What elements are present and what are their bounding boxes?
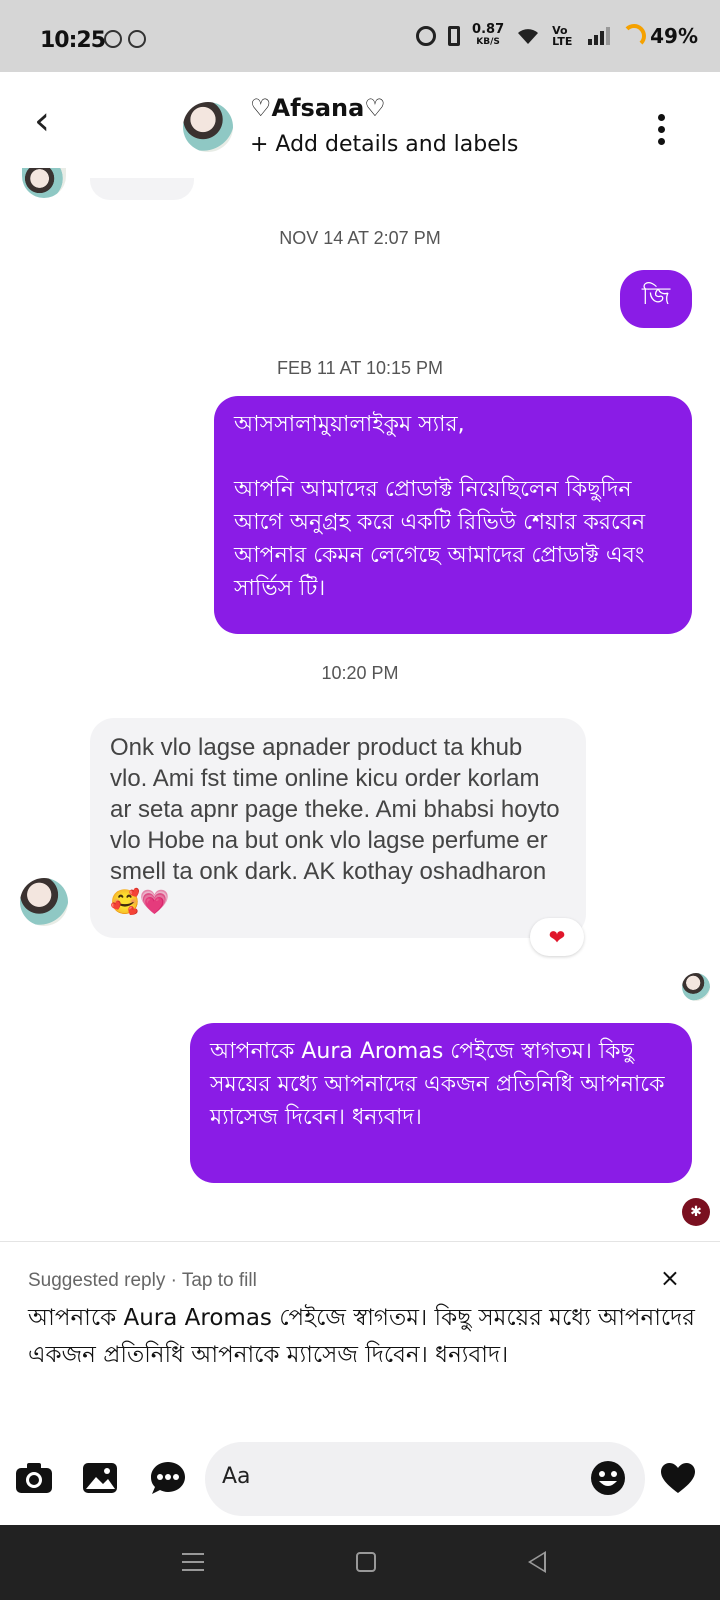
home-icon[interactable] <box>356 1552 376 1572</box>
close-icon[interactable]: × <box>660 1264 680 1292</box>
status-bar: 10:25 0.87 KB/S Vo LTE 49% <box>0 0 720 72</box>
battery-percent: 49% <box>650 24 698 48</box>
timestamp: FEB 11 AT 10:15 PM <box>276 358 444 378</box>
back-icon[interactable]: ‹ <box>34 101 62 142</box>
suggested-reply-text[interactable]: আপনাকে Aura Aromas পেইজে স্বাগতম। কিছু স… <box>28 1300 698 1374</box>
page-avatar-icon: ✱ <box>682 1198 710 1226</box>
message-line: আপনি আমাদের প্রোডাক্ট নিয়েছিলেন কিছুদিন… <box>234 477 646 601</box>
wifi-icon <box>518 29 539 44</box>
reaction-heart-icon[interactable]: ❤ <box>530 918 584 956</box>
contact-mini-avatar[interactable] <box>20 878 68 926</box>
timestamp: 10:20 PM <box>321 663 399 683</box>
contact-name[interactable]: ♡Afsana♡ <box>250 94 386 122</box>
message-line: আসসালামুয়ালাইকুম স্যার, <box>234 412 465 437</box>
divider <box>0 1241 720 1242</box>
seen-avatar <box>682 973 710 1001</box>
whatsapp-icon <box>104 30 122 48</box>
add-details-link[interactable]: + Add details and labels <box>250 132 518 157</box>
like-heart-icon[interactable] <box>658 1458 698 1498</box>
network-speed: 0.87 KB/S <box>472 22 505 48</box>
camera-icon[interactable] <box>14 1458 54 1498</box>
vibrate-icon <box>448 26 461 46</box>
outgoing-message[interactable]: আসসালামুয়ালাইকুম স্যার, আপনি আমাদের প্র… <box>214 396 692 634</box>
system-navigation-bar <box>0 1525 720 1600</box>
message-input[interactable] <box>205 1442 645 1516</box>
outgoing-message[interactable]: জি <box>620 270 692 328</box>
suggested-reply-label: Suggested reply · Tap to fill <box>28 1270 257 1291</box>
signal-icon <box>588 27 611 45</box>
status-right: 0.87 KB/S Vo LTE 49% <box>416 22 698 48</box>
contact-mini-avatar <box>22 168 66 198</box>
timestamp: NOV 14 AT 2:07 PM <box>279 228 441 248</box>
contact-avatar[interactable] <box>183 102 233 152</box>
speed-value: 0.87 <box>472 22 505 37</box>
message-composer: Aa <box>0 1440 720 1520</box>
incoming-message[interactable]: Onk vlo lagse apnader product ta khub vl… <box>90 718 586 938</box>
status-time: 10:25 <box>40 28 106 53</box>
whatsapp-business-icon <box>128 30 146 48</box>
more-options-icon[interactable] <box>656 114 666 145</box>
recent-apps-icon[interactable] <box>182 1553 204 1571</box>
emoji-icon[interactable] <box>588 1458 628 1498</box>
outgoing-message[interactable]: আপনাকে Aura Aromas পেইজে স্বাগতম। কিছু স… <box>190 1023 692 1183</box>
message-input-placeholder: Aa <box>222 1464 251 1489</box>
chat-header: ‹ ♡Afsana♡ + Add details and labels <box>0 72 720 178</box>
more-icon[interactable] <box>148 1458 188 1498</box>
gallery-icon[interactable] <box>80 1458 120 1498</box>
volte-label: Vo LTE <box>552 24 573 48</box>
speed-unit: KB/S <box>476 37 500 47</box>
message-list[interactable]: NOV 14 AT 2:07 PM জি FEB 11 AT 10:15 PM … <box>0 168 720 1238</box>
status-notification-icons <box>104 30 146 48</box>
alarm-icon <box>416 26 437 46</box>
previous-message-bubble <box>90 178 194 200</box>
battery-icon <box>622 24 647 48</box>
system-back-icon[interactable] <box>528 1551 546 1573</box>
